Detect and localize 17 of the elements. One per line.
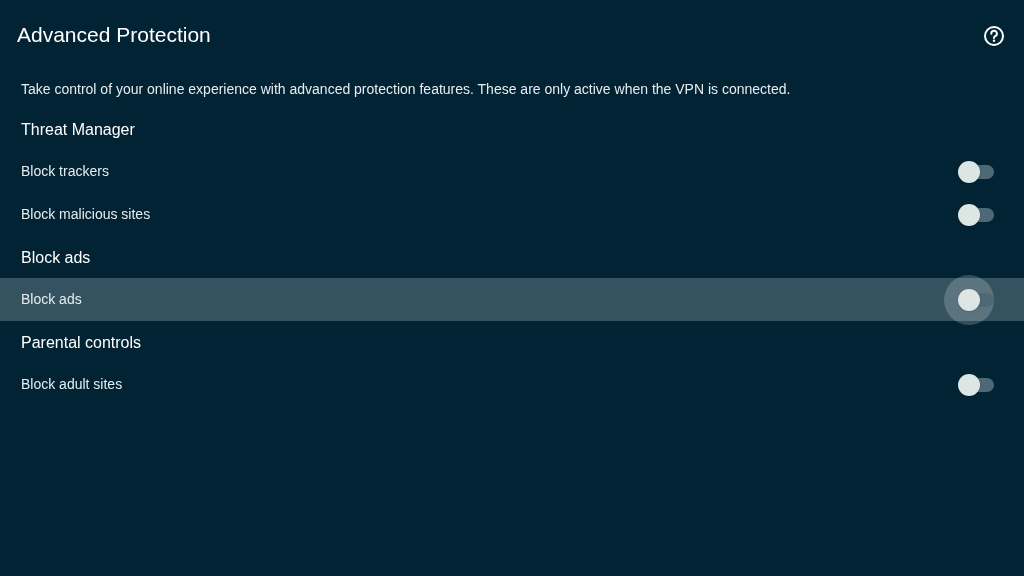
setting-label: Block trackers	[21, 162, 109, 181]
setting-row[interactable]: Block malicious sites	[0, 193, 1024, 236]
help-icon[interactable]	[983, 24, 1005, 47]
toggle-switch[interactable]	[958, 160, 996, 183]
section-heading: Block ads	[21, 248, 91, 268]
setting-label: Block ads	[21, 290, 82, 309]
setting-row[interactable]: Block adult sites	[0, 363, 1024, 406]
setting-label: Block malicious sites	[21, 205, 151, 224]
section-heading: Parental controls	[21, 333, 142, 353]
setting-row[interactable]: Block trackers	[0, 150, 1024, 193]
setting-label: Block adult sites	[21, 375, 123, 394]
section-heading: Threat Manager	[21, 120, 135, 140]
toggle-switch[interactable]	[958, 203, 996, 226]
description: Take control of your online experience with advanced protection features. These are only active when the VPN is connected.	[20, 80, 792, 99]
toggle-switch[interactable]	[958, 288, 996, 311]
toggle-switch[interactable]	[958, 373, 996, 396]
page-title: Advanced Protection	[17, 21, 211, 48]
